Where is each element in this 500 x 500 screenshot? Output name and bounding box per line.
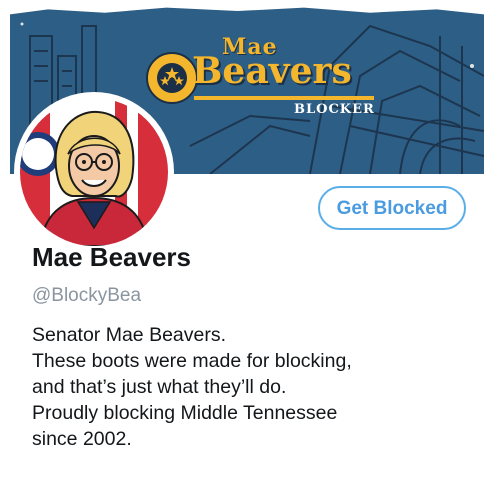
logo-sub-text: BLOCKER (294, 102, 375, 117)
get-blocked-button[interactable]: Get Blocked (318, 186, 466, 230)
profile-handle[interactable]: @BlockyBea (32, 285, 141, 307)
avatar[interactable] (14, 92, 174, 252)
logo-divider (194, 96, 374, 100)
bio-line: Proudly blocking Middle Tennessee (32, 402, 338, 424)
brand-logo: Mae Beavers BLOCKER (142, 34, 382, 124)
profile-display-name: Mae Beavers (32, 242, 191, 272)
avatar-portrait-icon (20, 98, 168, 246)
logo-main-text: Beavers (192, 50, 352, 92)
bio-line: Senator Mae Beavers. (32, 324, 227, 346)
bio-line: and that’s just what they’ll do. (32, 376, 287, 398)
profile-bio: Senator Mae Beavers. These boots were ma… (32, 322, 472, 452)
bio-line: since 2002. (32, 428, 132, 450)
bio-line: These boots were made for blocking, (32, 350, 352, 372)
tennessee-stars-icon (146, 52, 198, 104)
